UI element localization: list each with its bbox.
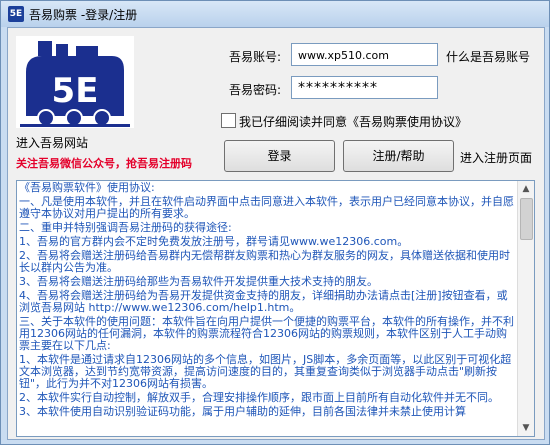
agreement-line: 4、吾易将会赠送注册码给为吾易开发提供资金支持的朋友，详细捐助办法请点击[注册]… [19,289,508,314]
agreement-line: 一、凡是使用本软件，并且在软件启动界面中点击同意进入本软件，表示用户已经同意本协… [19,195,514,220]
register-help-button[interactable]: 注册/帮助 [343,140,454,172]
agreement-text: 《吾易购票软件》使用协议: 一、凡是使用本软件，并且在软件启动界面中点击同意进入… [19,182,517,420]
enter-register-page-link[interactable]: 进入注册页面 [460,149,532,166]
agreement-line: 3、吾易将会赠送注册码给那些为吾易软件开发提供重大技术支持的朋友。 [19,275,378,288]
agreement-line: 1、本软件是通过请求自12306网站的多个信息，如图片，JS脚本，多余页面等，以… [19,353,512,390]
agreement-line: 二、重申并特别强调吾易注册码的获得途径: [19,221,232,234]
agreement-line: 3、本软件使用自动识别验证码功能，属于用户辅助的延伸，目前各国法律并未禁止使用计… [19,405,466,418]
scroll-down-icon[interactable]: ▼ [519,421,533,435]
account-label: 吾易账号: [229,50,282,64]
enter-site-link[interactable]: 进入吾易网站 [16,134,88,151]
app-icon: 5E [8,6,24,22]
login-panel: 5E 吾易账号: www.xp510.com 什么是吾易账号 吾易密码: ***… [7,27,545,440]
agreement-line: 2、吾易将会赠送注册码给吾易群内无偿帮群友购票和热心为群友服务的网友，具体赠送依… [19,249,510,274]
title-bar: 5E 吾易购票 -登录/注册 [1,1,549,27]
agree-label[interactable]: 我已仔细阅读并同意《吾易购票使用协议》 [239,113,467,130]
window-title: 吾易购票 -登录/注册 [29,8,138,22]
agreement-scrollbar[interactable]: ▲ ▼ [517,181,534,436]
agree-checkbox[interactable] [221,113,236,128]
scroll-up-icon[interactable]: ▲ [519,182,533,196]
what-is-account-link[interactable]: 什么是吾易账号 [446,48,530,65]
logo-text: 5E [52,71,99,111]
password-label: 吾易密码: [229,83,282,97]
app-window: 5E 吾易购票 -登录/注册 5E 吾易账号: www.xp510.com 什么… [0,0,550,445]
account-input[interactable]: www.xp510.com [291,43,438,66]
agreement-line: 2、本软件实行自动控制，解放双手，合理安排操作顺序，跟市面上目前所有自动化软件并… [19,391,499,404]
agreement-textarea[interactable]: 《吾易购票软件》使用协议: 一、凡是使用本软件，并且在软件启动界面中点击同意进入… [16,180,535,437]
agreement-line: 三、关于本软件的使用问题：本软件旨在向用户提供一个便捷的购票平台，本软件的所有操… [19,315,514,352]
train-logo-icon: 5E [16,36,134,128]
agreement-line: 《吾易购票软件》使用协议: [19,181,155,194]
login-button[interactable]: 登录 [224,140,335,172]
password-input[interactable]: ********** [291,76,438,99]
follow-wechat-link[interactable]: 关注吾易微信公众号，抢吾易注册码 [16,155,192,171]
agreement-line: 1、吾易的官方群内会不定时免费发放注册号，群号请见www.we12306.com… [19,235,409,248]
scroll-thumb[interactable] [520,198,533,240]
